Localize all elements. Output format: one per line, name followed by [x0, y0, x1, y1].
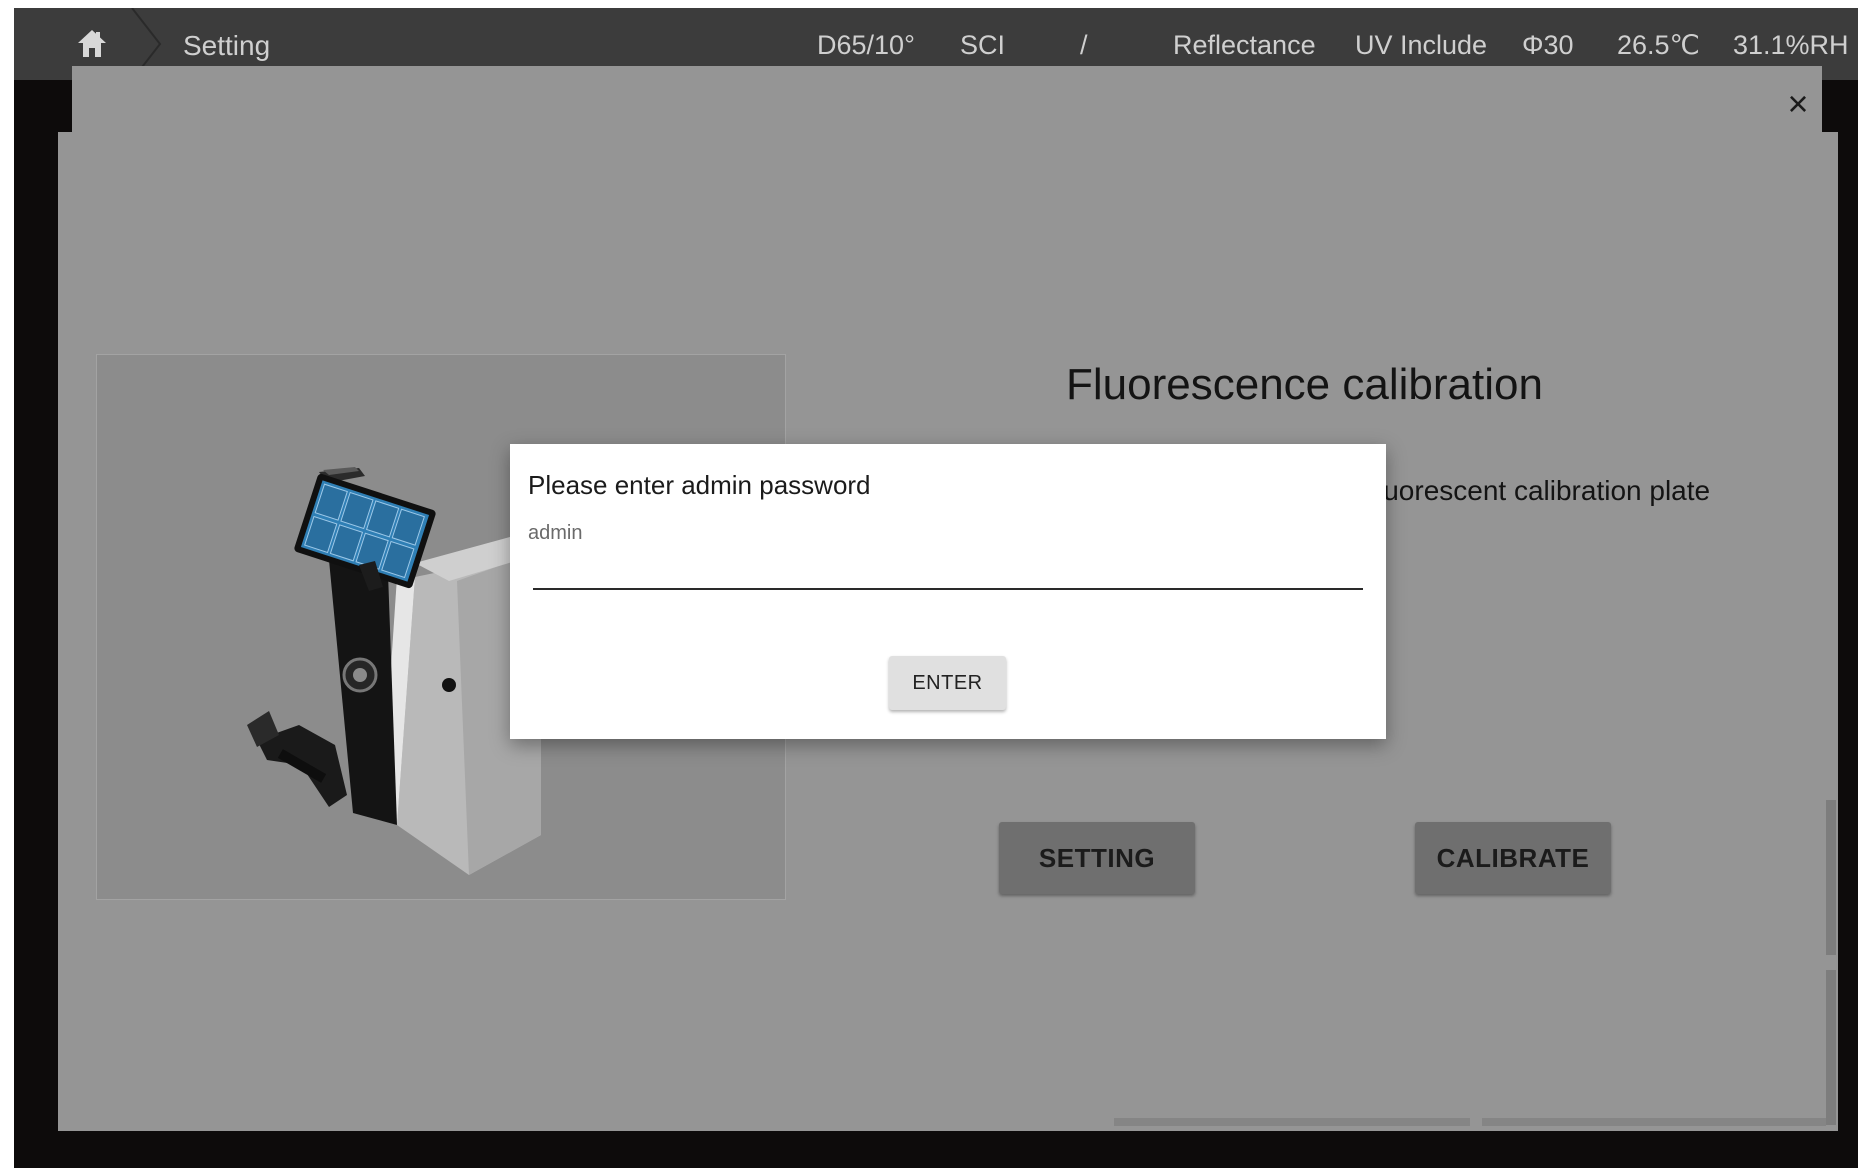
app-screen: Setting D65/10° SCI / Reflectance UV Inc… — [14, 8, 1858, 1168]
status-separator: / — [1080, 30, 1088, 60]
side-scroll-strip-lower — [1826, 970, 1836, 1125]
home-icon[interactable] — [54, 24, 114, 64]
status-humidity: 31.1%RH — [1733, 30, 1849, 60]
status-temperature: 26.5℃ — [1617, 30, 1700, 60]
bottom-strip-right — [1482, 1118, 1826, 1126]
calibrate-button[interactable]: CALIBRATE — [1415, 822, 1611, 894]
status-mode: SCI — [960, 30, 1006, 60]
enter-button[interactable]: ENTER — [889, 656, 1006, 710]
status-measurement: Reflectance — [1173, 30, 1316, 60]
calibration-sheet-header — [72, 66, 1822, 146]
breadcrumb-setting: Setting — [183, 30, 271, 61]
panel-description: luorescent calibration plate — [1377, 475, 1711, 506]
dialog-title: Please enter admin password — [528, 470, 871, 500]
side-scroll-strip — [1826, 800, 1836, 955]
bottom-strip-left — [1114, 1118, 1470, 1126]
status-aperture: Φ30 — [1522, 30, 1574, 60]
password-input[interactable] — [533, 540, 1363, 590]
admin-password-dialog: Please enter admin password admin ENTER — [510, 444, 1386, 739]
status-uv: UV Include — [1355, 30, 1488, 60]
panel-title: Fluorescence calibration — [1066, 360, 1543, 409]
close-icon[interactable]: × — [1778, 84, 1818, 124]
status-illuminant: D65/10° — [817, 30, 915, 60]
setting-button[interactable]: SETTING — [999, 822, 1195, 894]
